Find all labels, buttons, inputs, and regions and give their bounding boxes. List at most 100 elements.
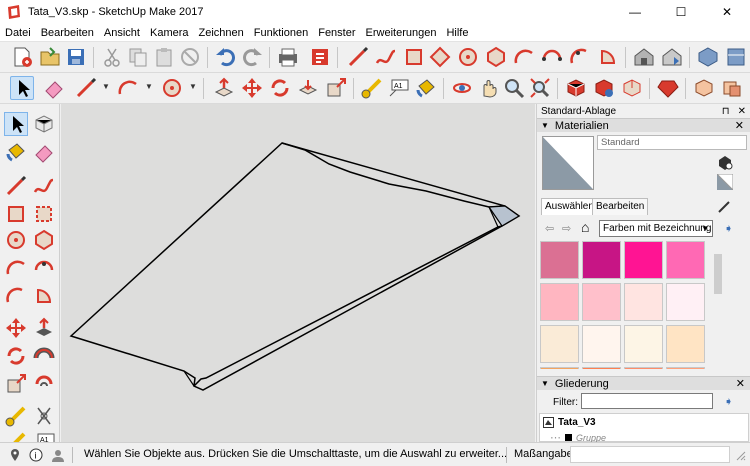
panel-close-icon[interactable]: ✕	[735, 119, 750, 132]
push-pull-icon[interactable]	[32, 316, 56, 340]
components-icon[interactable]	[592, 76, 616, 100]
follow-me-icon[interactable]	[32, 344, 56, 368]
tab-auswaehlen[interactable]: Auswählen	[541, 198, 598, 215]
chevron-down-icon[interactable]: ▼	[145, 82, 153, 91]
menu-kamera[interactable]: Kamera	[145, 27, 194, 39]
solid-tools-icon[interactable]	[720, 76, 744, 100]
pan-icon[interactable]	[476, 76, 500, 100]
pencil-tool-icon[interactable]	[74, 76, 98, 100]
outliner-panel-header[interactable]: ▼ Gliederung ✕	[537, 376, 750, 390]
back-arrow-icon[interactable]: ⇦	[545, 222, 554, 235]
warehouse-icon[interactable]	[632, 45, 656, 69]
tape-measure-icon[interactable]	[360, 76, 384, 100]
swatch-scrollbar[interactable]	[712, 240, 724, 370]
orbit-icon[interactable]	[450, 76, 474, 100]
library-select[interactable]: Farben mit Bezeichnung ▼	[599, 220, 713, 237]
menu-zeichnen[interactable]: Zeichnen	[194, 27, 249, 39]
user-icon[interactable]	[51, 448, 65, 462]
menu-bearbeiten[interactable]: Bearbeiten	[36, 27, 99, 39]
collapse-triangle-icon[interactable]: ▼	[541, 121, 549, 130]
save-icon[interactable]	[64, 45, 88, 69]
materials-panel-header[interactable]: ▼ Materialien ✕	[537, 118, 750, 132]
rotate-icon[interactable]	[4, 344, 28, 368]
layout-icon[interactable]	[724, 45, 748, 69]
share-model-icon[interactable]	[660, 45, 684, 69]
print-icon[interactable]	[276, 45, 300, 69]
make-component-icon[interactable]	[32, 112, 56, 136]
minimize-button[interactable]: —	[612, 0, 658, 24]
shape-tool-icon[interactable]	[160, 76, 184, 100]
rotated-rectangle-icon[interactable]	[32, 202, 56, 226]
protractor-icon[interactable]	[32, 404, 56, 428]
move-icon[interactable]	[240, 76, 264, 100]
offset-icon[interactable]	[296, 76, 320, 100]
material-preview[interactable]	[542, 136, 594, 190]
cut-icon[interactable]	[100, 45, 124, 69]
pie-icon[interactable]	[596, 45, 620, 69]
swatch[interactable]	[624, 241, 663, 279]
swatch[interactable]	[624, 367, 663, 369]
sandbox-icon[interactable]	[692, 76, 716, 100]
material-name-field[interactable]: Standard	[597, 135, 747, 150]
extension-warehouse-icon[interactable]	[696, 45, 720, 69]
close-button[interactable]: ✕	[704, 0, 750, 24]
circle-icon[interactable]	[4, 228, 28, 252]
swatch[interactable]	[666, 283, 705, 321]
menu-hilfe[interactable]: Hilfe	[441, 27, 473, 39]
details-arrow-icon[interactable]: ➧	[724, 395, 733, 408]
menu-fenster[interactable]: Fenster	[313, 27, 360, 39]
freehand-icon[interactable]	[374, 45, 398, 69]
new-file-icon[interactable]	[10, 45, 34, 69]
scale-icon[interactable]	[324, 76, 348, 100]
credits-icon[interactable]: i	[29, 448, 43, 462]
swatch[interactable]	[582, 367, 621, 369]
3-point-arc-icon[interactable]	[4, 284, 28, 308]
swatch[interactable]	[624, 325, 663, 363]
filter-input[interactable]	[581, 393, 713, 409]
eraser-icon[interactable]	[32, 140, 56, 164]
scrollbar-thumb[interactable]	[714, 254, 722, 294]
move-icon[interactable]	[4, 316, 28, 340]
push-pull-icon[interactable]	[212, 76, 236, 100]
line-tool-icon[interactable]	[346, 45, 370, 69]
swatch[interactable]	[540, 367, 579, 369]
polygon-icon[interactable]	[484, 45, 508, 69]
measurements-input[interactable]	[570, 446, 730, 463]
model-info-icon[interactable]	[308, 45, 332, 69]
select-icon[interactable]	[4, 112, 28, 136]
redo-icon[interactable]	[240, 45, 264, 69]
swatch[interactable]	[540, 325, 579, 363]
select-tool-icon[interactable]	[10, 76, 34, 100]
swatch[interactable]	[582, 241, 621, 279]
maximize-button[interactable]: ☐	[658, 0, 704, 24]
open-file-icon[interactable]	[38, 45, 62, 69]
menu-ansicht[interactable]: Ansicht	[99, 27, 145, 39]
model-geometry[interactable]	[61, 104, 535, 442]
resize-grip-icon[interactable]	[734, 449, 746, 461]
menu-funktionen[interactable]: Funktionen	[249, 27, 313, 39]
2-point-arc-icon[interactable]	[32, 256, 56, 280]
freehand-icon[interactable]	[32, 174, 56, 198]
paint-bucket-icon[interactable]	[414, 76, 438, 100]
eraser-tool-icon[interactable]	[42, 76, 66, 100]
3-point-arc-icon[interactable]	[568, 45, 592, 69]
swatch[interactable]	[582, 325, 621, 363]
create-material-icon[interactable]	[717, 154, 733, 173]
scale-icon[interactable]	[4, 372, 28, 396]
forward-arrow-icon[interactable]: ⇨	[562, 222, 571, 235]
drawing-viewport[interactable]	[61, 104, 535, 442]
outliner-model-row[interactable]: Tata_V3	[543, 417, 596, 428]
collapse-triangle-icon[interactable]: ▼	[541, 379, 549, 388]
tray-close-icon[interactable]: ✕	[738, 106, 746, 117]
2-point-arc-icon[interactable]	[540, 45, 564, 69]
swatch[interactable]	[540, 283, 579, 321]
pin-icon[interactable]: ⊓	[722, 106, 730, 117]
line-icon[interactable]	[4, 174, 28, 198]
arc-icon[interactable]	[512, 45, 536, 69]
default-material-icon[interactable]	[715, 173, 734, 192]
tab-bearbeiten[interactable]: Bearbeiten	[592, 198, 649, 215]
paint-bucket-icon[interactable]	[4, 140, 28, 164]
rotate-icon[interactable]	[268, 76, 292, 100]
panel-close-icon[interactable]: ✕	[736, 377, 750, 390]
rectangle-icon[interactable]	[402, 45, 426, 69]
